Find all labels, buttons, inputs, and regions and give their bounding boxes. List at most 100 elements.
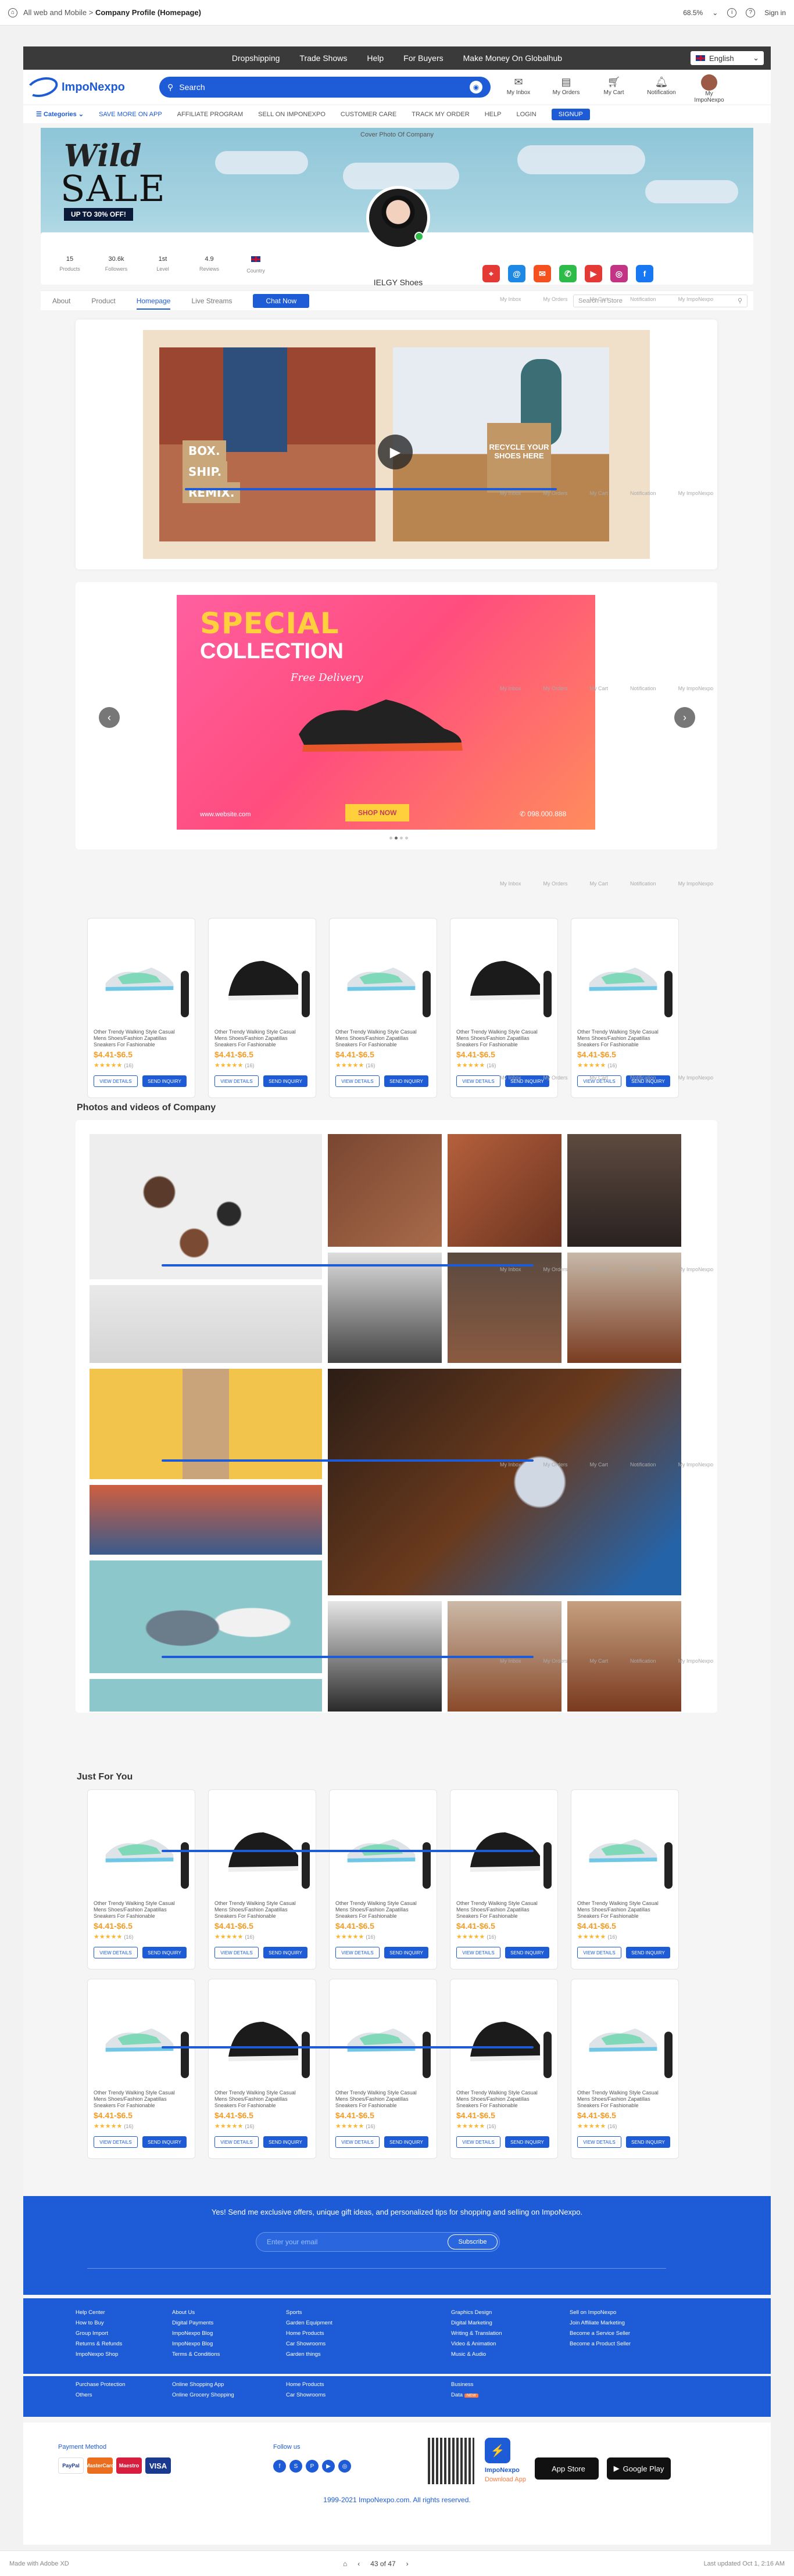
footer-link[interactable]: Purchase Protection — [76, 2380, 126, 2390]
pinterest-icon[interactable]: P — [306, 2460, 319, 2473]
next-page-icon[interactable]: › — [406, 2560, 409, 2568]
footer-link[interactable]: ImpoNexpo Blog — [172, 2329, 220, 2339]
facebook-icon[interactable]: f — [636, 265, 653, 282]
footer-link[interactable]: Online Grocery Shopping — [172, 2390, 234, 2401]
youtube-icon[interactable]: ▶ — [322, 2460, 335, 2473]
footer-link[interactable]: Sell on ImpoNexpo — [570, 2308, 631, 2318]
send-inquiry-button[interactable]: SEND INQUIRY — [142, 1075, 187, 1087]
product-card[interactable]: Other Trendy Walking Style Casual Mens S… — [571, 918, 679, 1098]
sign-in-link[interactable]: Sign in — [764, 9, 786, 17]
nav-help[interactable]: Help — [367, 53, 384, 63]
footer-link[interactable]: Car Showrooms — [286, 2390, 326, 2401]
cart-button[interactable]: 🛒︎ My Cart — [595, 74, 632, 103]
footer-link[interactable]: Home Products — [286, 2329, 332, 2339]
notification-button[interactable]: 🔔︎ Notification — [643, 74, 680, 103]
send-inquiry-button[interactable]: SEND INQUIRY — [505, 2136, 549, 2148]
product-card[interactable]: Other Trendy Walking Style Casual Mens S… — [571, 1789, 679, 1969]
tab-homepage[interactable]: Homepage — [136, 297, 171, 310]
send-inquiry-button[interactable]: SEND INQUIRY — [142, 2136, 187, 2148]
footer-link[interactable]: Graphics Design — [451, 2308, 502, 2318]
view-details-button[interactable]: VIEW DETAILS — [214, 1075, 259, 1087]
product-title[interactable]: Other Trendy Walking Style Casual Mens S… — [335, 1029, 428, 1048]
photo-tile[interactable] — [90, 1285, 322, 1363]
product-card[interactable]: Other Trendy Walking Style Casual Mens S… — [208, 1979, 316, 2159]
footer-link[interactable]: ImpoNexpo Blog — [172, 2339, 220, 2349]
next-arrow-icon[interactable]: › — [674, 707, 695, 728]
photo-tile[interactable] — [328, 1134, 442, 1247]
carousel-dot[interactable] — [405, 837, 408, 839]
product-title[interactable]: Other Trendy Walking Style Casual Mens S… — [335, 2090, 428, 2109]
zoom-level[interactable]: 68.5% — [683, 9, 703, 17]
subnav-track-order[interactable]: TRACK MY ORDER — [412, 111, 469, 118]
product-card[interactable]: Other Trendy Walking Style Casual Mens S… — [450, 1789, 558, 1969]
prev-page-icon[interactable]: ‹ — [357, 2560, 360, 2568]
categories-menu[interactable]: ☰ Categories ⌄ — [36, 110, 84, 118]
view-details-button[interactable]: VIEW DETAILS — [335, 1947, 380, 1958]
view-details-button[interactable]: VIEW DETAILS — [335, 2136, 380, 2148]
skype-icon[interactable]: S — [289, 2460, 302, 2473]
logo[interactable]: ImpoNexpo — [24, 74, 125, 101]
product-card[interactable]: Other Trendy Walking Style Casual Mens S… — [87, 918, 195, 1098]
product-card[interactable]: Other Trendy Walking Style Casual Mens S… — [329, 918, 437, 1098]
tab-product[interactable]: Product — [91, 297, 115, 305]
instagram-icon[interactable]: ◎ — [338, 2460, 351, 2473]
product-title[interactable]: Other Trendy Walking Style Casual Mens S… — [335, 1900, 428, 1920]
product-title[interactable]: Other Trendy Walking Style Casual Mens S… — [214, 2090, 307, 2109]
footer-link[interactable]: About Us — [172, 2308, 220, 2318]
footer-link[interactable]: Music & Audio — [451, 2349, 502, 2360]
send-inquiry-button[interactable]: SEND INQUIRY — [505, 1947, 549, 1958]
shop-now-button[interactable]: SHOP NOW — [345, 804, 410, 821]
product-title[interactable]: Other Trendy Walking Style Casual Mens S… — [94, 1900, 187, 1920]
product-title[interactable]: Other Trendy Walking Style Casual Mens S… — [214, 1029, 307, 1048]
product-title[interactable]: Other Trendy Walking Style Casual Mens S… — [577, 1900, 670, 1920]
footer-link[interactable]: Become a Service Seller — [570, 2329, 631, 2339]
photo-tile[interactable] — [90, 1485, 322, 1555]
product-card[interactable]: Other Trendy Walking Style Casual Mens S… — [87, 1979, 195, 2159]
view-details-button[interactable]: VIEW DETAILS — [577, 1947, 621, 1958]
view-details-button[interactable]: VIEW DETAILS — [335, 1075, 380, 1087]
footer-link[interactable]: Writing & Translation — [451, 2329, 502, 2339]
video-frame[interactable]: BOX. SHIP. REMIX. RECYCLE YOUR SHOES HER… — [143, 330, 650, 559]
photo-tile[interactable] — [90, 1679, 322, 1712]
photo-tile[interactable] — [567, 1601, 681, 1712]
location-icon[interactable]: ⌖ — [482, 265, 500, 282]
send-inquiry-button[interactable]: SEND INQUIRY — [263, 1075, 307, 1087]
mail-icon[interactable]: ✉ — [534, 265, 551, 282]
footer-link[interactable]: How to Buy — [76, 2318, 122, 2329]
product-title[interactable]: Other Trendy Walking Style Casual Mens S… — [94, 2090, 187, 2109]
view-details-button[interactable]: VIEW DETAILS — [577, 2136, 621, 2148]
inbox-button[interactable]: ✉ My Inbox — [500, 74, 537, 103]
subnav-login[interactable]: LOGIN — [516, 111, 536, 118]
view-details-button[interactable]: VIEW DETAILS — [456, 2136, 500, 2148]
whatsapp-icon[interactable]: ✆ — [559, 265, 577, 282]
photo-tile[interactable] — [90, 1369, 322, 1479]
subnav-customer-care[interactable]: CUSTOMER CARE — [341, 111, 396, 118]
footer-link[interactable]: Online Shopping App — [172, 2380, 234, 2390]
view-details-button[interactable]: VIEW DETAILS — [456, 1947, 500, 1958]
photo-tile[interactable] — [328, 1253, 442, 1363]
search-input[interactable]: Search — [179, 82, 205, 92]
footer-link[interactable]: Become a Product Seller — [570, 2339, 631, 2349]
subnav-sell[interactable]: SELL ON IMPONEXPO — [258, 111, 326, 118]
footer-link[interactable]: Join Affiliate Marketing — [570, 2318, 631, 2329]
tab-live-streams[interactable]: Live Streams — [191, 297, 232, 305]
send-inquiry-button[interactable]: SEND INQUIRY — [626, 1947, 670, 1958]
product-title[interactable]: Other Trendy Walking Style Casual Mens S… — [214, 1900, 307, 1920]
prev-arrow-icon[interactable]: ‹ — [99, 707, 120, 728]
product-card[interactable]: Other Trendy Walking Style Casual Mens S… — [208, 918, 316, 1098]
send-inquiry-button[interactable]: SEND INQUIRY — [384, 2136, 428, 2148]
play-icon[interactable]: ▶ — [378, 435, 413, 469]
youtube-icon[interactable]: ▶ — [585, 265, 602, 282]
email-icon[interactable]: @ — [508, 265, 525, 282]
profile-picture[interactable] — [366, 186, 430, 250]
signup-button[interactable]: SIGNUP — [551, 108, 590, 120]
footer-link[interactable]: Digital Payments — [172, 2318, 220, 2329]
send-inquiry-button[interactable]: SEND INQUIRY — [384, 1075, 428, 1087]
footer-link[interactable]: Garden Equipment — [286, 2318, 332, 2329]
breadcrumb-parent[interactable]: All web and Mobile — [23, 8, 87, 17]
orders-button[interactable]: ▤ My Orders — [548, 74, 585, 103]
footer-link[interactable]: Others — [76, 2390, 126, 2401]
product-title[interactable]: Other Trendy Walking Style Casual Mens S… — [456, 1029, 549, 1048]
info-icon[interactable]: i — [727, 8, 737, 17]
footer-link[interactable]: Business — [451, 2380, 478, 2390]
